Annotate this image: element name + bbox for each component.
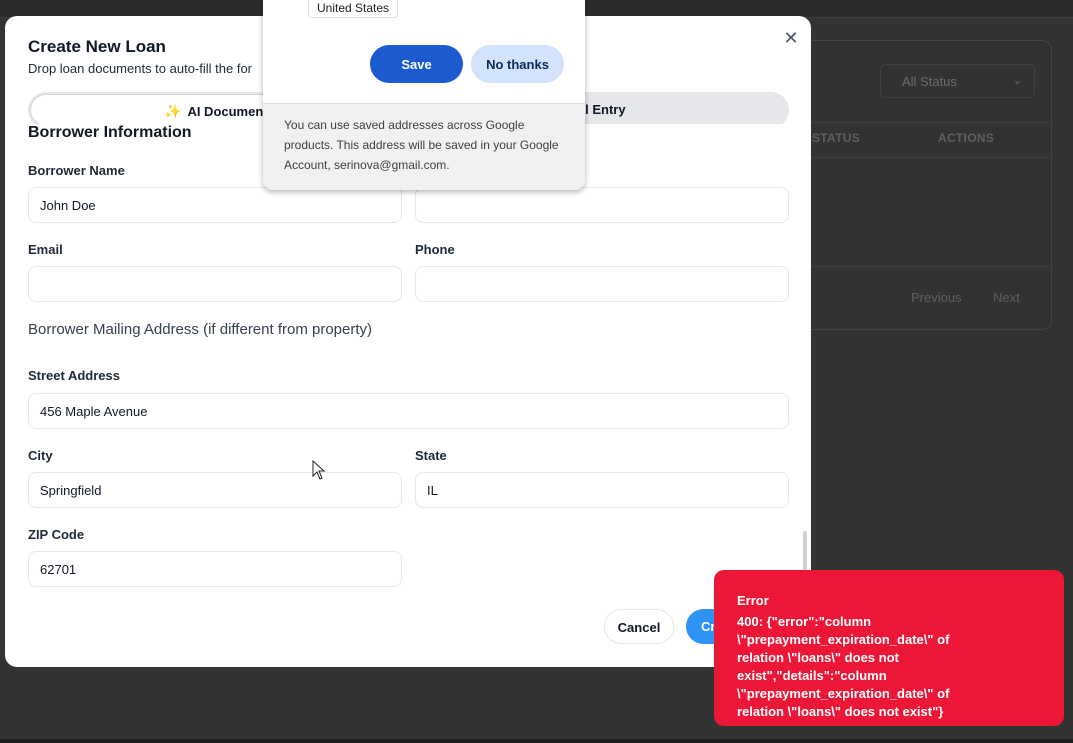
status-filter-select[interactable]: All Status ⌄ <box>880 64 1035 98</box>
zip-code-label: ZIP Code <box>28 527 85 542</box>
borrower-name-input[interactable]: John Doe <box>28 187 402 223</box>
phone-label: Phone <box>415 242 455 257</box>
previous-page-button[interactable]: Previous <box>911 290 962 305</box>
taskbar-edge <box>0 739 1073 743</box>
street-address-input[interactable]: 456 Maple Avenue <box>28 393 789 429</box>
column-header-actions: ACTIONS <box>938 131 995 145</box>
divider <box>790 266 1052 267</box>
co-borrower-input[interactable] <box>415 187 789 223</box>
mouse-cursor-icon <box>312 460 326 480</box>
state-label: State <box>415 448 447 463</box>
chevron-down-icon: ⌄ <box>1012 75 1022 87</box>
no-thanks-button[interactable]: No thanks <box>471 45 564 83</box>
close-icon[interactable]: ✕ <box>782 29 800 47</box>
save-address-popup: United States Save No thanks You can use… <box>263 0 585 190</box>
modal-title: Create New Loan <box>28 37 166 56</box>
sparkles-icon: ✨ <box>164 103 182 119</box>
zip-code-input[interactable]: 62701 <box>28 551 402 587</box>
save-button[interactable]: Save <box>370 45 463 83</box>
toast-message: 400: {"error":"column \"prepayment_expir… <box>737 614 950 719</box>
next-page-button[interactable]: Next <box>993 290 1020 305</box>
cancel-button[interactable]: Cancel <box>604 609 674 644</box>
city-label: City <box>28 448 53 463</box>
column-header-status: STATUS <box>812 131 861 145</box>
phone-field[interactable] <box>415 266 789 302</box>
city-input[interactable]: Springfield <box>28 472 402 508</box>
street-address-label: Street Address <box>28 368 120 383</box>
state-input[interactable]: IL <box>415 472 789 508</box>
popup-footer-text: You can use saved addresses across Googl… <box>263 103 585 190</box>
toast-title: Error <box>737 593 769 608</box>
mailing-address-heading: Borrower Mailing Address (if different f… <box>28 321 373 338</box>
status-filter-label: All Status <box>902 74 957 89</box>
email-field[interactable] <box>28 266 402 302</box>
country-chip: United States <box>308 0 399 18</box>
borrower-name-label: Borrower Name <box>28 163 125 178</box>
modal-subtitle: Drop loan documents to auto-fill the for <box>28 61 253 76</box>
error-toast[interactable]: Error 400: {"error":"column \"prepayment… <box>714 570 1064 726</box>
email-label: Email <box>28 242 63 257</box>
